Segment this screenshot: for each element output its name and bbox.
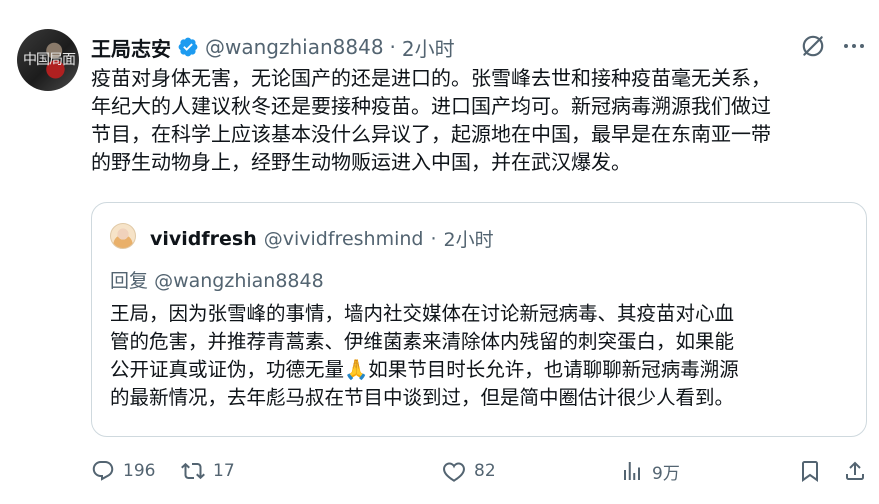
reply-button[interactable]: 196 xyxy=(91,456,155,486)
reply-count: 196 xyxy=(123,461,156,481)
tweet-header: 王局志安 @wangzhian8848 · 2小时 xyxy=(91,32,455,62)
separator-dot: · xyxy=(389,35,396,59)
retweet-count: 17 xyxy=(213,461,235,481)
like-count: 82 xyxy=(474,461,496,481)
author-handle[interactable]: @wangzhian8848 xyxy=(205,35,384,59)
bookmark-icon xyxy=(802,461,818,482)
more-icon[interactable] xyxy=(842,36,866,56)
like-button[interactable]: 82 xyxy=(442,456,496,486)
author-name[interactable]: 王局志安 xyxy=(91,33,171,62)
reply-icon xyxy=(92,461,114,481)
grok-icon[interactable] xyxy=(800,33,826,59)
quoted-author-avatar[interactable] xyxy=(110,223,136,249)
author-avatar[interactable]: 中国局面 xyxy=(17,29,79,91)
bookmark-button[interactable] xyxy=(798,456,830,486)
views-icon xyxy=(624,462,640,480)
heart-icon xyxy=(443,462,465,482)
quoted-tweet-text: 王局，因为张雪峰的事情，墙内社交媒体在讨论新冠病毒、其疫苗对心血 管的危害，并推… xyxy=(110,302,739,409)
verified-badge-icon xyxy=(177,36,199,58)
quoted-tweet[interactable]: vividfresh @vividfreshmind · 2小时 回复 @wan… xyxy=(91,202,867,437)
quoted-tweet-time[interactable]: 2小时 xyxy=(444,225,494,252)
retweet-button[interactable]: 17 xyxy=(181,456,235,486)
separator-dot: · xyxy=(430,227,437,250)
avatar-text: 中国局面 xyxy=(23,52,76,68)
tweet-time[interactable]: 2小时 xyxy=(402,33,455,62)
share-button[interactable] xyxy=(843,456,875,486)
tweet: 中国局面 王局志安 @wangzhian8848 · 2小时 疫苗对身体无害，无… xyxy=(0,0,879,504)
share-icon xyxy=(846,461,864,480)
quoted-author-handle[interactable]: @vividfreshmind xyxy=(264,228,424,250)
views-count: 9万 xyxy=(652,463,680,484)
quoted-tweet-header: vividfresh @vividfreshmind · 2小时 xyxy=(150,225,494,252)
views-button[interactable]: 9万 xyxy=(620,456,680,486)
reply-prefix: 回复 xyxy=(110,270,149,292)
retweet-icon xyxy=(181,462,205,480)
action-bar: 196 17 82 9万 xyxy=(91,456,867,486)
tweet-text: 疫苗对身体无害，无论国产的还是进口的。张雪峰去世和接种疫苗毫无关系， 年纪大的人… xyxy=(91,66,771,174)
reply-context: 回复 @wangzhian8848 xyxy=(110,266,324,293)
reply-mention[interactable]: @wangzhian8848 xyxy=(154,270,324,292)
quoted-author-name[interactable]: vividfresh xyxy=(150,228,257,250)
